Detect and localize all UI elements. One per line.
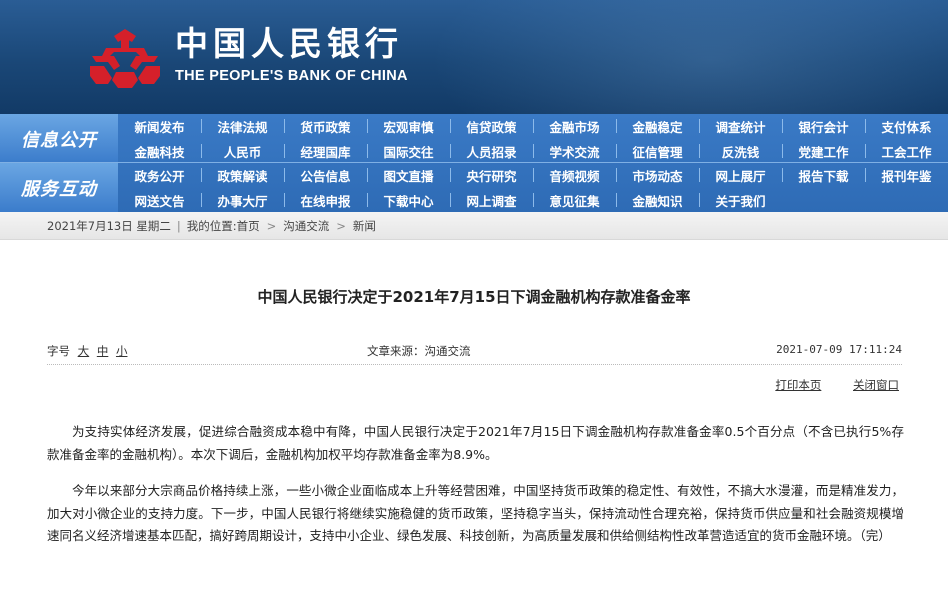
nav-item[interactable]: 金融知识 (616, 188, 699, 212)
main-navigation: 信息公开 服务互动 新闻发布 法律法规 货币政策 宏观审慎 信贷政策 金融市场 … (0, 114, 948, 212)
article-meta: 字号 大 中 小 文章来源：沟通交流 2021-07-09 17:11:24 (47, 343, 902, 361)
nav-row-2: 金融科技 人民币 经理国库 国际交往 人员招录 学术交流 征信管理 反洗钱 党建… (118, 139, 948, 163)
nav-item[interactable]: 音频视频 (533, 163, 616, 187)
nav-item[interactable]: 办事大厅 (201, 188, 284, 212)
nav-row-1: 新闻发布 法律法规 货币政策 宏观审慎 信贷政策 金融市场 金融稳定 调查统计 … (118, 114, 948, 138)
brand-chinese-name: 中国人民银行 (175, 24, 403, 63)
nav-item[interactable]: 网送文告 (118, 188, 201, 212)
nav-section-service-interaction[interactable]: 服务互动 (0, 163, 118, 212)
current-date: 2021年7月13日 星期二 (47, 218, 171, 233)
nav-item[interactable]: 报刊年鉴 (865, 163, 948, 187)
font-size-controls: 字号 大 中 小 (47, 343, 127, 359)
nav-item[interactable]: 金融稳定 (616, 114, 699, 138)
nav-item[interactable]: 政务公开 (118, 163, 201, 187)
breadcrumb-home-link[interactable]: 首页 (237, 218, 260, 234)
nav-item[interactable]: 银行会计 (782, 114, 865, 138)
nav-item[interactable]: 工会工作 (865, 139, 948, 163)
nav-item[interactable]: 网上展厅 (699, 163, 782, 187)
nav-item[interactable]: 在线申报 (284, 188, 367, 212)
nav-item[interactable]: 图文直播 (367, 163, 450, 187)
nav-item[interactable]: 学术交流 (533, 139, 616, 163)
nav-item[interactable]: 市场动态 (616, 163, 699, 187)
print-page-link[interactable]: 打印本页 (775, 378, 821, 392)
nav-item[interactable]: 征信管理 (616, 139, 699, 163)
close-window-link[interactable]: 关闭窗口 (853, 378, 899, 392)
nav-row-3: 政务公开 政策解读 公告信息 图文直播 央行研究 音频视频 市场动态 网上展厅 … (118, 163, 948, 187)
brand-english-name: THE PEOPLE'S BANK OF CHINA (175, 68, 408, 84)
font-size-medium-link[interactable]: 中 (97, 344, 109, 358)
nav-item[interactable]: 货币政策 (284, 114, 367, 138)
banner-glow (430, 0, 948, 114)
nav-item[interactable]: 法律法规 (201, 114, 284, 138)
breadcrumb-separator-icon: > (336, 218, 346, 233)
font-size-large-link[interactable]: 大 (78, 344, 90, 358)
nav-item[interactable]: 报告下载 (782, 163, 865, 187)
font-size-label: 字号 (47, 344, 70, 358)
nav-item[interactable]: 金融科技 (118, 139, 201, 163)
nav-item[interactable]: 下载中心 (367, 188, 450, 212)
article-paragraph: 今年以来部分大宗商品价格持续上涨，一些小微企业面临成本上升等经营困难，中国坚持货… (47, 483, 904, 543)
nav-item[interactable]: 人员招录 (450, 139, 533, 163)
nav-item[interactable]: 人民币 (201, 139, 284, 163)
nav-item[interactable]: 支付体系 (865, 114, 948, 138)
pboc-emblem-icon[interactable] (86, 26, 164, 92)
nav-item[interactable]: 经理国库 (284, 139, 367, 163)
article-datetime: 2021-07-09 17:11:24 (776, 343, 902, 356)
article-actions: 打印本页 关闭窗口 (747, 377, 899, 393)
breadcrumb-news-link[interactable]: 新闻 (353, 218, 376, 234)
font-size-small-link[interactable]: 小 (116, 344, 128, 358)
location-label: 我的位置: (186, 218, 237, 233)
nav-item[interactable]: 网上调查 (450, 188, 533, 212)
nav-item[interactable]: 调查统计 (699, 114, 782, 138)
nav-item[interactable]: 新闻发布 (118, 114, 201, 138)
article-body: 为支持实体经济发展，促进综合融资成本稳中有降，中国人民银行决定于2021年7月1… (47, 421, 904, 562)
breadcrumb: 2021年7月13日 星期二 | 我的位置: 首页 > 沟通交流 > 新闻 (0, 212, 948, 240)
article-source: 文章来源：沟通交流 (367, 344, 471, 358)
nav-item[interactable]: 关于我们 (699, 188, 782, 212)
nav-item[interactable]: 党建工作 (782, 139, 865, 163)
article-title: 中国人民银行决定于2021年7月15日下调金融机构存款准备金率 (257, 288, 691, 306)
nav-item[interactable]: 反洗钱 (699, 139, 782, 163)
article: 中国人民银行决定于2021年7月15日下调金融机构存款准备金率 字号 大 中 小… (0, 241, 948, 595)
breadcrumb-separator-icon: > (266, 218, 277, 233)
nav-item[interactable]: 宏观审慎 (367, 114, 450, 138)
site-banner: 中国人民银行 THE PEOPLE'S BANK OF CHINA (0, 0, 948, 114)
breadcrumb-communication-link[interactable]: 沟通交流 (283, 218, 329, 234)
nav-item[interactable]: 央行研究 (450, 163, 533, 187)
nav-item[interactable]: 金融市场 (533, 114, 616, 138)
article-paragraph: 为支持实体经济发展，促进综合融资成本稳中有降，中国人民银行决定于2021年7月1… (47, 424, 904, 462)
nav-row-4: 网送文告 办事大厅 在线申报 下载中心 网上调查 意见征集 金融知识 关于我们 (118, 188, 948, 212)
nav-section-info-disclosure[interactable]: 信息公开 (0, 114, 118, 163)
meta-divider (47, 364, 902, 365)
nav-item[interactable]: 信贷政策 (450, 114, 533, 138)
nav-item[interactable]: 国际交往 (367, 139, 450, 163)
nav-item[interactable]: 政策解读 (201, 163, 284, 187)
nav-item[interactable]: 意见征集 (533, 188, 616, 212)
nav-item[interactable]: 公告信息 (284, 163, 367, 187)
